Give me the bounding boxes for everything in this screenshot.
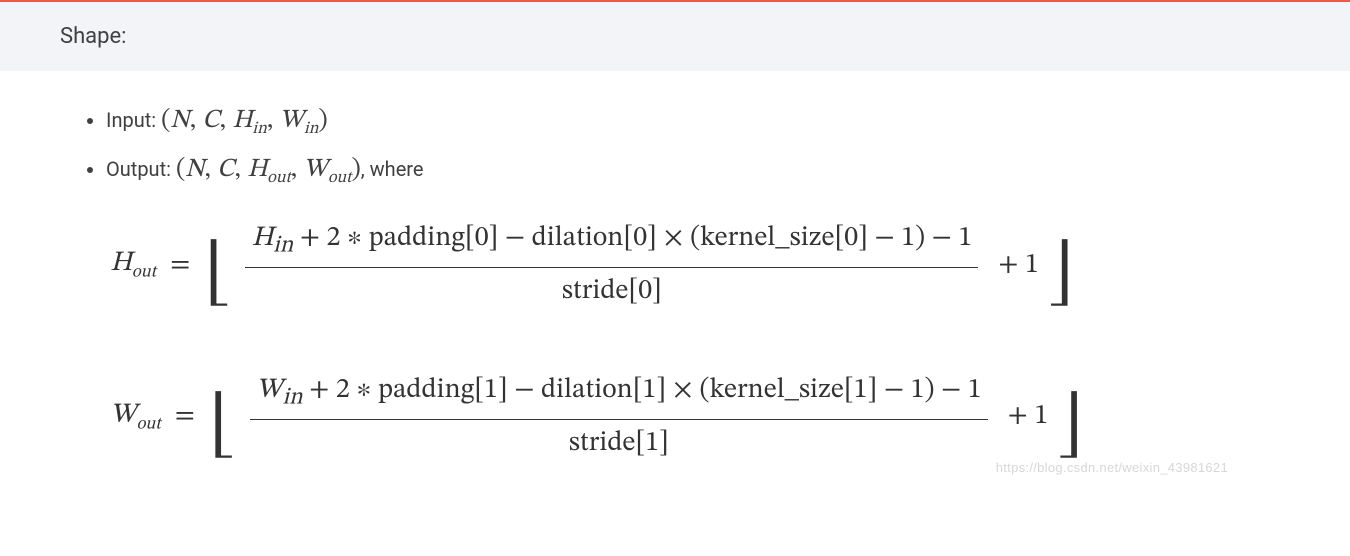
where-label: , where bbox=[361, 157, 424, 181]
input-tuple: (N, C, Hin, Win) bbox=[161, 108, 328, 134]
formula-w-lhs: Wout bbox=[110, 398, 161, 436]
floor-left-icon: ⌊ bbox=[209, 398, 234, 456]
shape-list: Input: (N, C, Hin, Win) Output: (N, C, H… bbox=[60, 105, 1290, 189]
section-header: Shape: bbox=[0, 2, 1350, 71]
formula-w: Wout = ⌊ Win + 2 ∗ padding[1] − dilation… bbox=[110, 371, 1240, 463]
formula-h-denominator: stride[0] bbox=[245, 267, 978, 311]
formula-w-denominator: stride[1] bbox=[250, 419, 988, 463]
formula-h-block: Hout = ⌊ Hin + 2 ∗ padding[0] − dilation… bbox=[110, 219, 1240, 325]
watermark: https://blog.csdn.net/weixin_43981621 bbox=[996, 460, 1228, 475]
formula-w-block: Wout = ⌊ Win + 2 ∗ padding[1] − dilation… bbox=[110, 371, 1240, 477]
formula-w-tail: + 1 bbox=[1004, 399, 1049, 434]
formula-h-numerator: Hin + 2 ∗ padding[0] − dilation[0] × (ke… bbox=[245, 219, 978, 267]
formula-h-tail: + 1 bbox=[994, 248, 1039, 283]
output-label: Output: bbox=[106, 157, 171, 181]
floor-right-icon: ⌋ bbox=[1049, 246, 1074, 304]
output-tuple: (N, C, Hout, Wout) bbox=[176, 157, 361, 183]
content-area: Input: (N, C, Hin, Win) Output: (N, C, H… bbox=[0, 71, 1350, 477]
formula-h-scroll[interactable]: Hout = ⌊ Hin + 2 ∗ padding[0] − dilation… bbox=[110, 219, 1240, 325]
formula-h-lhs: Hout bbox=[110, 246, 156, 284]
formula-h-fraction: Hin + 2 ∗ padding[0] − dilation[0] × (ke… bbox=[239, 219, 984, 311]
list-item-output: Output: (N, C, Hout, Wout), where bbox=[106, 154, 1290, 189]
formula-w-numerator: Win + 2 ∗ padding[1] − dilation[1] × (ke… bbox=[250, 371, 988, 419]
header-title: Shape: bbox=[60, 24, 127, 49]
formula-h: Hout = ⌊ Hin + 2 ∗ padding[0] − dilation… bbox=[110, 219, 1240, 311]
input-label: Input: bbox=[106, 108, 156, 132]
equals-sign: = bbox=[166, 248, 194, 283]
floor-right-icon: ⌋ bbox=[1058, 398, 1083, 456]
list-item-input: Input: (N, C, Hin, Win) bbox=[106, 105, 1290, 140]
formula-w-fraction: Win + 2 ∗ padding[1] − dilation[1] × (ke… bbox=[244, 371, 994, 463]
floor-left-icon: ⌊ bbox=[204, 246, 229, 304]
equals-sign: = bbox=[171, 399, 199, 434]
